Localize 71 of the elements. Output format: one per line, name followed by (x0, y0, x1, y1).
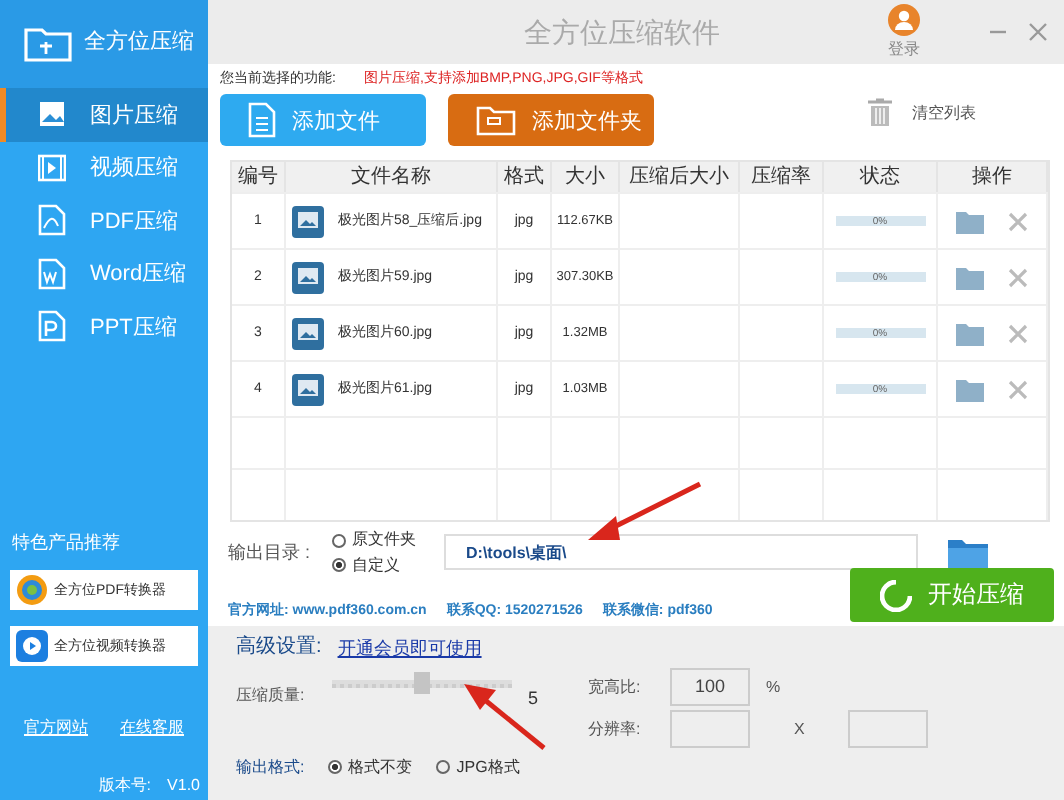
width-field[interactable] (670, 710, 750, 749)
start-button[interactable]: 开始压缩 (850, 568, 1054, 623)
percent-unit: % (766, 678, 781, 698)
document-icon (248, 102, 276, 139)
delete-icon[interactable] (1008, 379, 1028, 400)
film-icon (38, 151, 66, 184)
document-icon (38, 257, 66, 290)
annotation-arrow (460, 680, 548, 752)
folder-icon[interactable] (956, 377, 984, 402)
footer-link[interactable]: 在线客服 (120, 717, 184, 737)
clear-list-button[interactable]: 清空列表 (856, 96, 988, 129)
output-dir-label: 输出目录 : (228, 541, 313, 564)
member-link[interactable]: 开通会员即可使用 (337, 637, 482, 660)
column-header: 编号 (232, 162, 286, 193)
folder-icon[interactable] (956, 209, 984, 234)
quality-label: 压缩质量: (236, 686, 307, 706)
quality-value: 5 (528, 688, 541, 711)
column-header: 操作 (938, 162, 1048, 193)
play-icon (16, 629, 48, 662)
close-icon[interactable] (1028, 22, 1048, 42)
sidebar-item[interactable]: PDF压缩 (0, 194, 208, 247)
folder-icon[interactable] (956, 321, 984, 346)
image-file-icon (292, 261, 324, 294)
output-path-field[interactable]: D:\tools\桌面\ (444, 534, 918, 571)
add-file-button[interactable]: 添加文件 (220, 94, 426, 147)
radio-option[interactable]: 原文件夹 (332, 530, 444, 550)
image-file-icon (292, 317, 324, 350)
column-header: 文件名称 (286, 162, 498, 193)
resolution-label: 分辨率: (588, 720, 643, 740)
folder-logo-icon (24, 24, 72, 64)
sidebar-item[interactable]: PPT压缩 (0, 300, 208, 353)
sidebar-item[interactable]: 图片压缩 (0, 88, 208, 141)
output-format-label: 输出格式: (236, 757, 305, 777)
image-file-icon (292, 205, 324, 238)
radio-option[interactable]: 格式不变 (328, 757, 413, 777)
footer-link[interactable]: 官方网站 (24, 717, 88, 737)
version-label: 版本号: (98, 776, 152, 796)
refresh-icon (880, 579, 912, 612)
delete-icon[interactable] (1008, 323, 1028, 344)
user-icon (888, 4, 920, 36)
image-icon (38, 98, 66, 131)
folder-icon (476, 104, 516, 137)
delete-icon[interactable] (1008, 211, 1028, 232)
add-folder-button[interactable]: 添加文件夹 (448, 94, 654, 147)
radio-option[interactable]: JPG格式 (436, 757, 520, 777)
aspect-ratio-field[interactable]: 100 (670, 668, 750, 707)
trash-icon (868, 98, 892, 127)
section-title: 特色产品推荐 (12, 532, 122, 554)
aspect-ratio-label: 宽高比: (588, 678, 643, 698)
height-field[interactable] (848, 710, 929, 749)
radio-option[interactable]: 自定义 (332, 555, 444, 575)
colorful-circle-icon (16, 573, 48, 606)
window-title: 全方位压缩软件 (522, 15, 722, 49)
app-name: 全方位压缩 (84, 30, 194, 58)
column-header: 格式 (498, 162, 552, 193)
times-sign: X (794, 720, 805, 740)
document-icon (38, 204, 66, 237)
column-header: 压缩率 (740, 162, 824, 193)
document-icon (38, 310, 66, 343)
delete-icon[interactable] (1008, 267, 1028, 288)
login-button[interactable]: 登录 (876, 2, 932, 62)
folder-icon[interactable] (948, 536, 988, 569)
column-header: 压缩后大小 (620, 162, 740, 193)
column-header: 大小 (552, 162, 620, 193)
column-header: 状态 (824, 162, 938, 193)
sidebar-item[interactable]: 视频压缩 (0, 141, 208, 194)
version-number: V1.0 (167, 776, 200, 796)
folder-icon[interactable] (956, 265, 984, 290)
sidebar-item[interactable]: Word压缩 (0, 247, 208, 300)
advanced-label: 高级设置: (236, 636, 322, 661)
image-file-icon (292, 373, 324, 406)
